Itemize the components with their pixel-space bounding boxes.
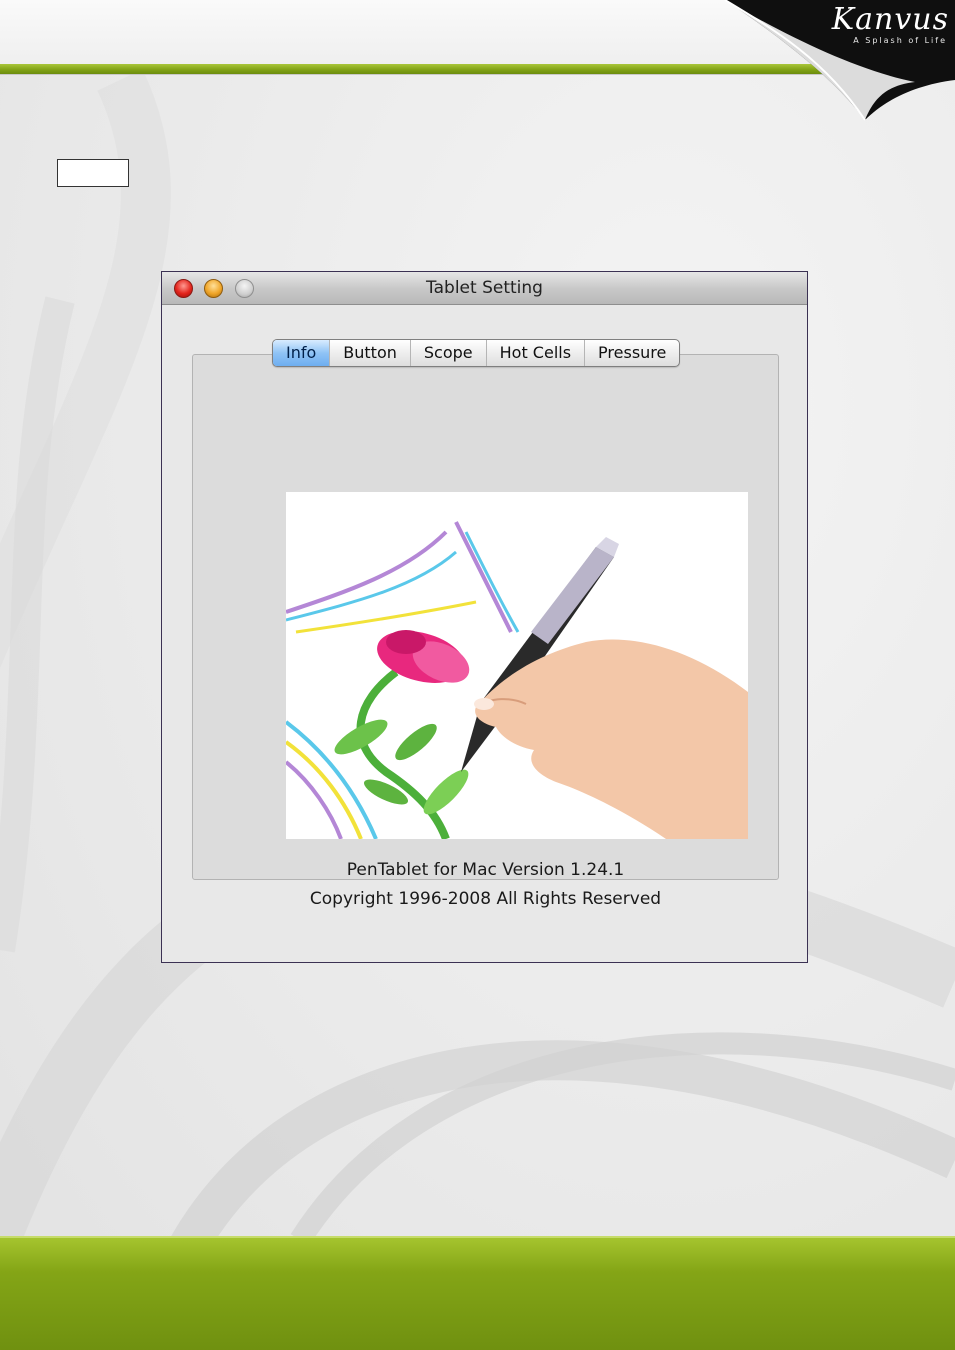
tab-button[interactable]: Button [330,340,411,366]
manual-page: Kanvus A Splash of Life Tablet Setting P… [0,0,955,1350]
window-titlebar[interactable]: Tablet Setting [162,272,807,305]
tab-pressure[interactable]: Pressure [585,340,679,366]
tab-bar: Info Button Scope Hot Cells Pressure [272,339,681,367]
brand-logo: Kanvus [831,2,949,37]
tab-content-panel: PenTablet for Mac Version 1.24.1 Copyrig… [192,354,779,909]
copyright-text: Copyright 1996-2008 All Rights Reserved [309,889,662,909]
version-text: PenTablet for Mac Version 1.24.1 [346,860,625,880]
tab-hot-cells[interactable]: Hot Cells [487,340,586,366]
pen-illustration-icon [286,521,748,839]
page-number-box [57,159,129,187]
tablet-setting-window: Tablet Setting PenTablet for Mac Version… [161,271,808,963]
tab-info[interactable]: Info [273,340,331,366]
window-title: Tablet Setting [426,278,543,298]
tab-scope[interactable]: Scope [411,340,487,366]
footer-green-band [0,1236,955,1350]
pen-illustration [286,492,748,839]
brand-tagline: A Splash of Life [853,36,947,45]
brand-corner: Kanvus A Splash of Life [715,0,955,130]
